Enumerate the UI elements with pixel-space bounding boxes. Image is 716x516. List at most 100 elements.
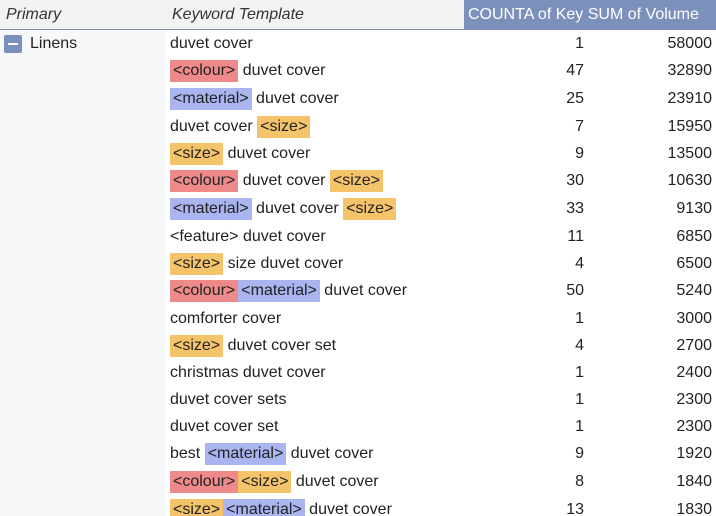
count-cell: 11 <box>567 227 584 245</box>
size-token: <size> <box>329 170 384 192</box>
keyword-template-cell: <colour> duvet cover <box>166 60 464 82</box>
table-row[interactable]: <size> duvet cover 9 13500 <box>166 140 716 167</box>
table-row[interactable]: <size> size duvet cover 4 6500 <box>166 250 716 277</box>
volume-cell: 58000 <box>667 34 713 52</box>
keyword-text: duvet cover <box>170 117 258 135</box>
table-row[interactable]: <material> duvet cover <size> 33 9130 <box>166 195 716 223</box>
size-token: <size> <box>170 142 224 165</box>
keyword-template-cell: <colour> <material> duvet cover <box>166 280 464 302</box>
volume-cell: 9130 <box>676 200 712 217</box>
material-token: <material> <box>238 280 320 302</box>
keyword-text: christmas duvet cover <box>170 363 326 381</box>
keyword-template-cell: <size> duvet cover set <box>166 334 464 357</box>
keyword-template-cell: duvet cover sets <box>166 391 464 409</box>
count-cell: 13 <box>566 501 584 516</box>
table-row[interactable]: <feature> duvet cover 11 6850 <box>166 223 716 250</box>
table-row[interactable]: best <material> duvet cover 9 1920 <box>166 440 716 468</box>
table-row[interactable]: duvet cover 1 58000 <box>166 30 716 57</box>
group-label: Linens <box>30 35 78 52</box>
count-cell: 9 <box>575 144 584 162</box>
volume-cell: 13500 <box>667 144 713 162</box>
table-row[interactable]: <colour> duvet cover 47 32890 <box>166 57 716 85</box>
keyword-template-cell: christmas duvet cover <box>166 364 464 382</box>
colour-token: <colour> <box>170 60 239 82</box>
table-row[interactable]: duvet cover set 1 2300 <box>166 413 716 440</box>
keyword-template-cell: <colour> <size> duvet cover <box>166 471 464 493</box>
header-values[interactable]: COUNTA of Key SUM of Volume <box>464 0 716 29</box>
table-row[interactable]: duvet cover sets 1 2300 <box>166 386 716 413</box>
pivot-rows: duvet cover 1 58000 <colour> duvet cover 47 3… <box>166 30 716 516</box>
volume-cell: 1920 <box>676 445 712 462</box>
keyword-template-cell: <material> duvet cover <size> <box>166 198 464 220</box>
keyword-template-cell: <colour> duvet cover <size> <box>166 170 464 192</box>
keyword-text: duvet cover sets <box>170 390 287 408</box>
count-cell: 4 <box>575 254 584 272</box>
table-row[interactable]: christmas duvet cover 1 2400 <box>166 359 716 386</box>
table-row[interactable]: <size> duvet cover set 4 2700 <box>166 332 716 359</box>
keyword-text: duvet cover set <box>170 417 279 435</box>
material-token: <material> <box>204 443 287 465</box>
count-cell: 8 <box>575 473 584 490</box>
size-token: <size> <box>257 115 311 138</box>
count-cell: 30 <box>566 172 584 189</box>
material-token: <material> <box>170 88 252 110</box>
keyword-text: <feature> duvet cover <box>170 227 326 245</box>
count-cell: 33 <box>566 200 584 217</box>
volume-cell: 10630 <box>667 172 713 189</box>
keyword-text: duvet cover <box>251 200 344 217</box>
keyword-text: duvet cover <box>291 473 379 490</box>
volume-cell: 23910 <box>667 90 713 107</box>
colour-token: <colour> <box>170 170 239 192</box>
pivot-header: Primary Keyword Template COUNTA of Key S… <box>0 0 716 30</box>
collapse-minus-icon[interactable] <box>4 35 22 53</box>
volume-cell: 6500 <box>676 254 712 272</box>
volume-cell: 1830 <box>676 501 712 516</box>
count-cell: 4 <box>575 336 584 354</box>
size-token: <size> <box>343 198 397 220</box>
count-cell: 1 <box>575 390 584 408</box>
size-token: <size> <box>170 252 224 275</box>
keyword-text: duvet cover <box>319 282 408 299</box>
count-cell: 1 <box>575 363 584 381</box>
size-token: <size> <box>238 471 292 493</box>
count-cell: 25 <box>566 90 584 107</box>
volume-cell: 5240 <box>676 282 712 299</box>
pivot-table: Primary Keyword Template COUNTA of Key S… <box>0 0 716 516</box>
keyword-template-cell: <size> <material> duvet cover <box>166 499 464 516</box>
header-keyword-template[interactable]: Keyword Template <box>166 0 464 29</box>
volume-cell: 15950 <box>667 117 713 135</box>
colour-token: <colour> <box>170 471 239 493</box>
table-row[interactable]: <colour> <size> duvet cover 8 1840 <box>166 468 716 496</box>
material-token: <material> <box>170 198 252 220</box>
group-row-linens: Linens <box>0 30 166 58</box>
count-cell: 47 <box>566 62 584 79</box>
count-cell: 9 <box>575 445 584 462</box>
keyword-text: duvet cover <box>304 501 392 516</box>
count-cell: 1 <box>575 309 584 327</box>
volume-cell: 1840 <box>676 473 712 490</box>
primary-column: Linens <box>0 30 166 516</box>
volume-cell: 2300 <box>676 390 712 408</box>
table-row[interactable]: <material> duvet cover 25 23910 <box>166 85 716 113</box>
volume-cell: 2400 <box>676 363 712 381</box>
count-cell: 1 <box>575 417 584 435</box>
keyword-template-cell: <feature> duvet cover <box>166 228 464 246</box>
table-row[interactable]: <colour> <material> duvet cover 50 5240 <box>166 277 716 305</box>
volume-cell: 3000 <box>676 309 712 327</box>
keyword-template-cell: <size> size duvet cover <box>166 252 464 275</box>
header-primary[interactable]: Primary <box>0 0 166 29</box>
keyword-text: best <box>170 445 205 462</box>
keyword-text: duvet cover <box>238 62 326 79</box>
keyword-template-cell: duvet cover <box>166 35 464 53</box>
count-cell: 50 <box>566 282 584 299</box>
keyword-template-cell: <size> duvet cover <box>166 142 464 165</box>
table-row[interactable]: comforter cover 1 3000 <box>166 305 716 332</box>
keyword-text: duvet cover <box>238 172 330 189</box>
keyword-text: duvet cover <box>223 144 311 162</box>
keyword-text: duvet cover <box>251 90 339 107</box>
table-row[interactable]: <colour> duvet cover <size> 30 10630 <box>166 167 716 195</box>
keyword-text: duvet cover <box>286 445 374 462</box>
table-row[interactable]: duvet cover <size> 7 15950 <box>166 113 716 140</box>
table-row[interactable]: <size> <material> duvet cover 13 1830 <box>166 496 716 516</box>
volume-cell: 6850 <box>676 227 712 245</box>
